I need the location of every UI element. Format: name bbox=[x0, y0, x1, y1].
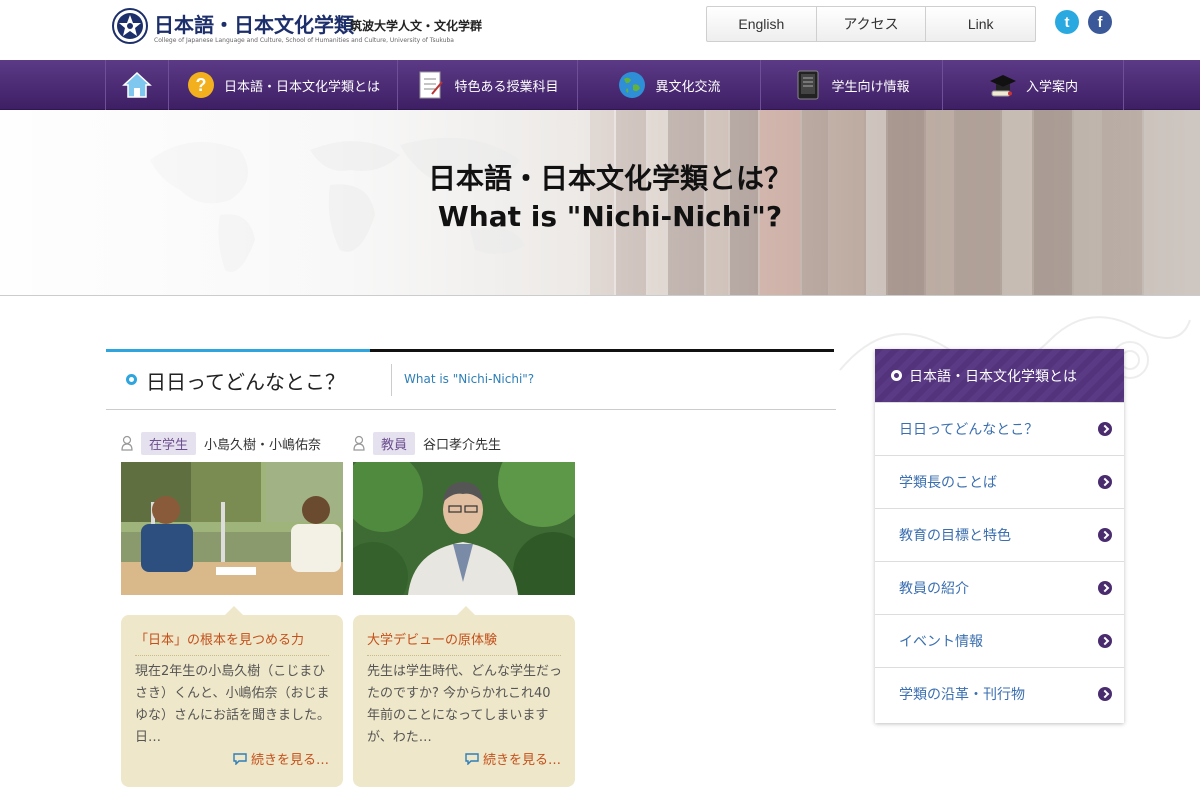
home-icon bbox=[122, 70, 152, 100]
card-heading: 「日本」の根本を見つめる力 bbox=[135, 629, 329, 656]
sidebar-menu: 日本語・日本文化学類とは 日日ってどんなとこ？ 学類長のことば 教育の目標と特色… bbox=[875, 349, 1124, 723]
utility-links: English アクセス Link bbox=[706, 6, 1036, 42]
site-logo[interactable]: 日本語・日本文化学類 筑波大学人文・文化学群 College of Japane… bbox=[112, 6, 492, 50]
interviewee-names: 小島久樹・小嶋佑奈 bbox=[204, 437, 322, 453]
sidebar-item-dean-message[interactable]: 学類長のことば bbox=[875, 455, 1124, 508]
section-header: 日日ってどんなとこ？ What is "Nichi-Nichi"? bbox=[106, 352, 836, 410]
page-title-ja: 日本語・日本文化学類とは？ bbox=[427, 162, 792, 195]
nav-divider bbox=[1123, 60, 1124, 110]
card-meta: 在学生 小島久樹・小嶋佑奈 bbox=[121, 430, 321, 456]
graduation-cap-icon bbox=[988, 70, 1018, 100]
card-text: 現在2年生の小島久樹（こじまひさき）くんと、小嶋佑奈（おじまゆな）さんにお話を聞… bbox=[135, 664, 331, 745]
student-photo[interactable] bbox=[121, 462, 343, 595]
chevron-right-icon bbox=[1098, 475, 1112, 489]
card-summary: 「日本」の根本を見つめる力 現在2年生の小島久樹（こじまひさき）くんと、小嶋佑奈… bbox=[121, 606, 343, 787]
site-header: 日本語・日本文化学類 筑波大学人文・文化学群 College of Japane… bbox=[0, 0, 1200, 60]
nav-admission[interactable]: 入学案内 bbox=[942, 60, 1123, 110]
divider bbox=[391, 364, 392, 396]
sidebar-item-history[interactable]: 学類の沿革・刊行物 bbox=[875, 667, 1124, 720]
nav-student-info[interactable]: 学生向け情報 bbox=[760, 60, 942, 110]
twitter-icon[interactable]: t bbox=[1055, 10, 1079, 34]
english-link[interactable]: English bbox=[707, 7, 817, 41]
chevron-right-icon bbox=[1098, 528, 1112, 542]
sidebar-heading: 日本語・日本文化学類とは bbox=[875, 349, 1124, 402]
read-more-link[interactable]: 続きを見る… bbox=[465, 749, 561, 768]
sidebar-item-goals[interactable]: 教育の目標と特色 bbox=[875, 508, 1124, 561]
nav-about[interactable]: ? 日本語・日本文化学類とは bbox=[168, 60, 397, 110]
page-hero: 日本語・日本文化学類とは？ What is "Nichi-Nichi"? bbox=[0, 110, 1200, 296]
speech-bubble-icon bbox=[233, 752, 247, 765]
sidebar-item-label: 学類の沿革・刊行物 bbox=[899, 687, 1025, 703]
sidebar-item-faculty[interactable]: 教員の紹介 bbox=[875, 561, 1124, 614]
sidebar-item-label: 日日ってどんなとこ？ bbox=[899, 422, 1039, 438]
sidebar-item-about[interactable]: 日日ってどんなとこ？ bbox=[875, 402, 1124, 455]
question-icon: ? bbox=[186, 70, 216, 100]
svg-text:?: ? bbox=[195, 75, 206, 95]
access-link[interactable]: アクセス bbox=[817, 7, 927, 41]
logo-title: 日本語・日本文化学類 bbox=[154, 13, 354, 37]
read-more-label: 続きを見る… bbox=[250, 753, 329, 768]
page-title: 日本語・日本文化学類とは？ What is "Nichi-Nichi"? bbox=[300, 160, 920, 236]
chevron-right-icon bbox=[1098, 634, 1112, 648]
bullet-icon bbox=[891, 370, 902, 381]
sidebar-item-label: 教育の目標と特色 bbox=[899, 528, 1011, 544]
nav-courses[interactable]: 特色ある授業科目 bbox=[397, 60, 577, 110]
logo-subtitle: 筑波大学人文・文化学群 bbox=[350, 19, 483, 33]
logo-english-name: College of Japanese Language and Culture… bbox=[154, 37, 454, 44]
person-icon bbox=[121, 435, 133, 451]
sidebar-item-label: 学類長のことば bbox=[899, 475, 997, 491]
category-tag: 教員 bbox=[373, 431, 416, 455]
nav-label: 特色ある授業科目 bbox=[454, 79, 559, 95]
chevron-right-icon bbox=[1098, 422, 1112, 436]
facebook-icon[interactable]: f bbox=[1088, 10, 1112, 34]
bullet-icon bbox=[126, 374, 137, 385]
nav-intercultural[interactable]: 異文化交流 bbox=[577, 60, 760, 110]
category-tag: 在学生 bbox=[141, 431, 197, 455]
speech-bubble-icon bbox=[465, 752, 479, 765]
person-icon bbox=[353, 435, 365, 451]
section-subtitle: What is "Nichi-Nichi"? bbox=[404, 372, 535, 386]
sidebar-item-label: イベント情報 bbox=[899, 634, 983, 650]
read-more-label: 続きを見る… bbox=[482, 753, 561, 768]
document-icon bbox=[416, 70, 446, 100]
globe-icon bbox=[617, 70, 647, 100]
chevron-right-icon bbox=[1098, 581, 1112, 595]
nav-label: 学生向け情報 bbox=[831, 79, 910, 95]
global-nav: ? 日本語・日本文化学類とは 特色ある授業科目 異文化交流 学生向け情報 入学案… bbox=[0, 60, 1200, 110]
nav-label: 入学案内 bbox=[1025, 79, 1078, 95]
read-more-link[interactable]: 続きを見る… bbox=[233, 749, 329, 768]
page-title-en: What is "Nichi-Nichi"? bbox=[437, 200, 783, 233]
sidebar-item-events[interactable]: イベント情報 bbox=[875, 614, 1124, 667]
chevron-right-icon bbox=[1098, 687, 1112, 701]
card-text: 先生は学生時代、どんな学生だったのですか? 今からかれこれ40年前のことになって… bbox=[367, 664, 563, 745]
nav-label: 日本語・日本文化学類とは bbox=[223, 79, 380, 95]
link-link[interactable]: Link bbox=[926, 7, 1035, 41]
sidebar-heading-label: 日本語・日本文化学類とは bbox=[909, 368, 1077, 385]
card-heading: 大学デビューの原体験 bbox=[367, 629, 561, 656]
card-meta: 教員 谷口孝介先生 bbox=[353, 430, 501, 456]
nav-label: 異文化交流 bbox=[655, 79, 721, 95]
faculty-photo[interactable] bbox=[353, 462, 575, 595]
tablet-icon bbox=[793, 70, 823, 100]
interviewee-names: 谷口孝介先生 bbox=[423, 437, 502, 453]
section-title: 日日ってどんなとこ？ bbox=[146, 370, 345, 394]
university-emblem-icon bbox=[112, 8, 148, 44]
sidebar-item-label: 教員の紹介 bbox=[899, 581, 969, 597]
nav-home[interactable] bbox=[105, 60, 168, 110]
card-summary: 大学デビューの原体験 先生は学生時代、どんな学生だったのですか? 今からかれこれ… bbox=[353, 606, 575, 787]
